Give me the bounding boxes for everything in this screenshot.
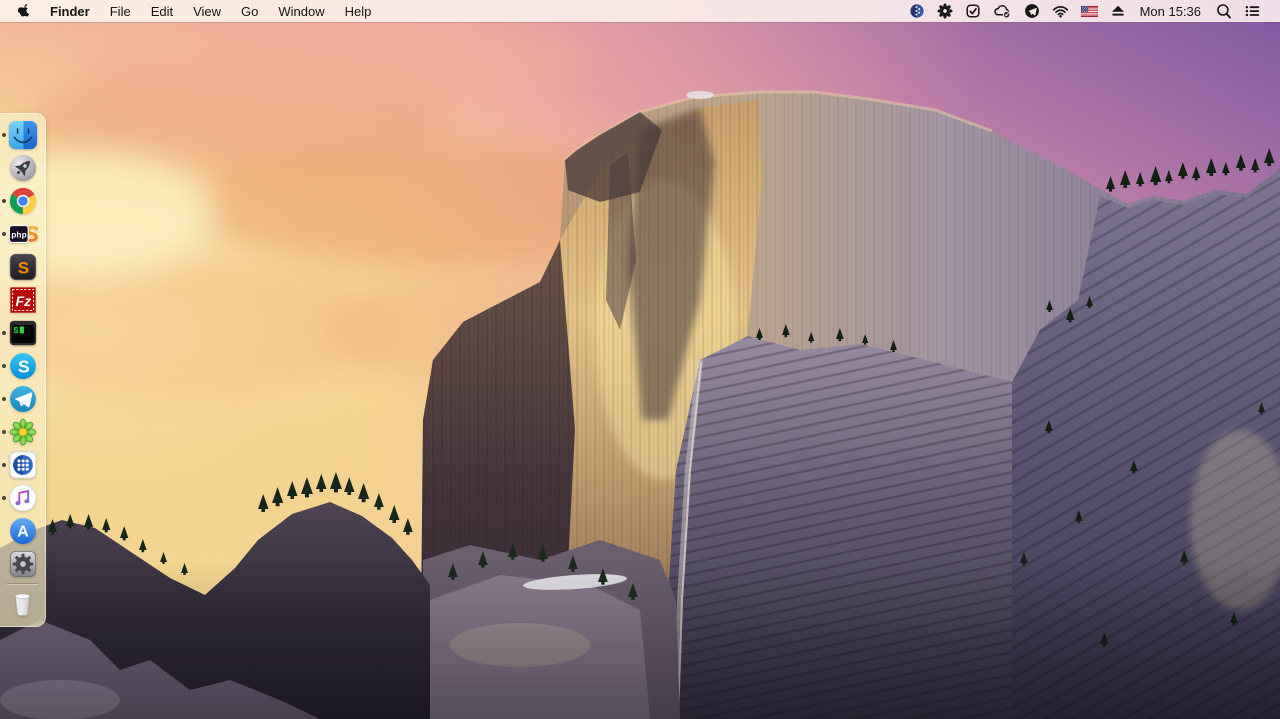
- dock-item-iterm[interactable]: $: [0, 316, 45, 349]
- icq-flower-icon[interactable]: [931, 0, 959, 22]
- dock-separator: [7, 583, 38, 584]
- svg-text:S: S: [17, 258, 28, 277]
- menu-item-file[interactable]: File: [100, 0, 141, 22]
- system-preferences-icon: [8, 549, 38, 579]
- menu-bar-right: Mon 15:36: [903, 0, 1280, 22]
- skype-icon: S: [8, 351, 38, 381]
- svg-text:php: php: [11, 229, 26, 239]
- finder-icon: [8, 120, 38, 150]
- notification-center-icon[interactable]: [1238, 0, 1267, 22]
- menu-bar-left: Finder File Edit View Go Window Help: [0, 0, 381, 22]
- menu-item-window[interactable]: Window: [268, 0, 334, 22]
- dock-item-webmoney[interactable]: [0, 448, 45, 481]
- trash-icon: [7, 588, 38, 619]
- iterm-terminal-icon: $: [8, 318, 38, 348]
- dock-item-phpstorm[interactable]: S php: [0, 217, 45, 250]
- dock-item-telegram[interactable]: [0, 382, 45, 415]
- chrome-icon: [8, 186, 38, 216]
- wifi-icon[interactable]: [1046, 0, 1075, 22]
- dock-item-itunes[interactable]: [0, 481, 45, 514]
- dock-item-finder[interactable]: [0, 118, 45, 151]
- us-flag-input-icon[interactable]: [1075, 0, 1104, 22]
- wallpaper-half-dome: [0, 0, 1280, 719]
- dock-item-icq[interactable]: [0, 415, 45, 448]
- dock: S php S Fz $ S: [0, 113, 46, 627]
- itunes-icon: [8, 483, 38, 513]
- dock-item-system-preferences[interactable]: [0, 547, 45, 580]
- task-checkmark-icon[interactable]: [959, 0, 987, 22]
- phpstorm-icon: S php: [8, 219, 38, 249]
- menu-item-view[interactable]: View: [183, 0, 231, 22]
- telegram-icon[interactable]: [1018, 0, 1046, 22]
- dock-item-chrome[interactable]: [0, 184, 45, 217]
- icq-flower-dock-icon: [8, 417, 38, 447]
- eject-icon[interactable]: [1104, 0, 1132, 22]
- dock-item-filezilla[interactable]: Fz: [0, 283, 45, 316]
- spotlight-search-icon[interactable]: [1210, 0, 1238, 22]
- menu-item-help[interactable]: Help: [335, 0, 382, 22]
- dock-item-app-store[interactable]: A: [0, 514, 45, 547]
- filezilla-icon: Fz: [8, 285, 38, 315]
- dock-item-launchpad[interactable]: [0, 151, 45, 184]
- menu-item-finder[interactable]: Finder: [41, 0, 100, 22]
- svg-text:A: A: [17, 523, 29, 540]
- telegram-dock-icon: [8, 384, 38, 414]
- webmoney-icon[interactable]: [903, 0, 931, 22]
- dock-item-skype[interactable]: S: [0, 349, 45, 382]
- apple-menu[interactable]: [0, 0, 41, 22]
- sublime-text-icon: S: [8, 252, 38, 282]
- svg-text:Fz: Fz: [15, 293, 31, 309]
- svg-text:$: $: [13, 325, 18, 335]
- dock-item-sublime-text[interactable]: S: [0, 250, 45, 283]
- cloud-sync-icon[interactable]: [987, 0, 1018, 22]
- svg-text:S: S: [17, 356, 29, 376]
- launchpad-icon: [8, 153, 38, 183]
- app-store-icon: A: [8, 516, 38, 546]
- menu-item-edit[interactable]: Edit: [141, 0, 183, 22]
- menu-bar: Finder File Edit View Go Window Help: [0, 0, 1280, 22]
- dock-item-trash[interactable]: [0, 587, 45, 620]
- desktop: Finder File Edit View Go Window Help: [0, 0, 1280, 719]
- menu-bar-clock[interactable]: Mon 15:36: [1132, 4, 1210, 19]
- apple-logo-icon: [18, 4, 31, 19]
- menu-item-go[interactable]: Go: [231, 0, 268, 22]
- webmoney-icon-dock: [8, 450, 38, 480]
